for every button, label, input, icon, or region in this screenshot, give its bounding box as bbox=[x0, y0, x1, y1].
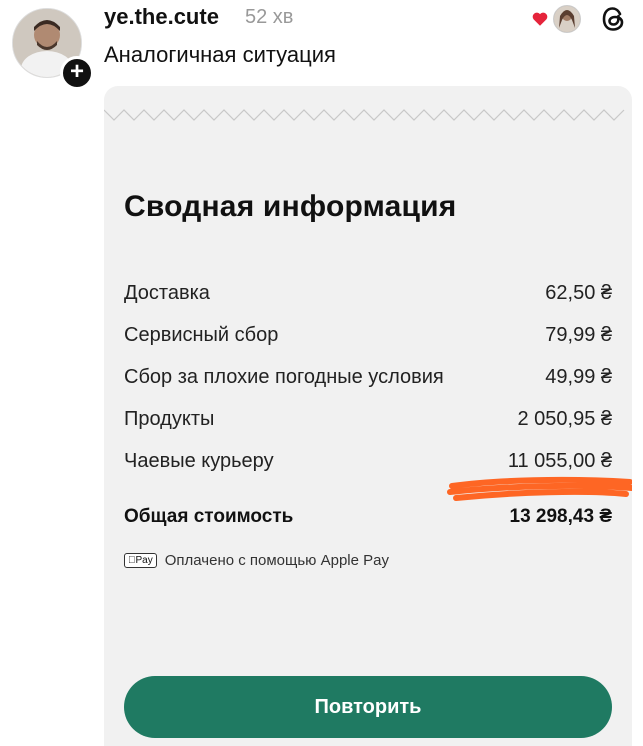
total-row: Общая стоимость 13 298,43 ₴ bbox=[124, 502, 612, 532]
row-label: Продукты bbox=[124, 407, 215, 430]
orange-scribble-mark bbox=[447, 476, 632, 501]
order-summary-card: Сводная информация Доставка 62,50 ₴ Серв… bbox=[104, 86, 632, 746]
fee-row-delivery: Доставка 62,50 ₴ bbox=[124, 278, 612, 308]
repeat-order-button[interactable]: Повторить bbox=[124, 676, 612, 738]
zigzag-edge bbox=[104, 109, 625, 121]
total-label: Общая стоимость bbox=[124, 506, 294, 527]
row-label: Чаевые курьеру bbox=[124, 449, 274, 472]
row-value: 49,99 ₴ bbox=[545, 365, 612, 388]
row-value: 11 055,00 ₴ bbox=[507, 449, 612, 472]
top-right-icons bbox=[531, 2, 629, 36]
follow-plus-icon[interactable]: + bbox=[60, 56, 94, 90]
row-label: Сбор за плохие погодные условия bbox=[124, 365, 444, 388]
row-value: 2 050,95 ₴ bbox=[517, 407, 612, 430]
username[interactable]: ye.the.cute bbox=[104, 4, 219, 30]
post-time: 52 хв bbox=[245, 6, 294, 28]
apple-pay-icon: Pay bbox=[124, 553, 157, 568]
summary-title: Сводная информация bbox=[124, 190, 457, 223]
row-label: Доставка bbox=[124, 281, 210, 304]
paid-text: Оплачено с помощью Apple Pay bbox=[157, 552, 389, 569]
fee-row-tip: Чаевые курьеру 11 055,00 ₴ bbox=[124, 446, 612, 476]
row-value: 62,50 ₴ bbox=[545, 281, 612, 304]
row-label: Сервисный сбор bbox=[124, 323, 279, 346]
row-value: 79,99 ₴ bbox=[545, 323, 612, 346]
liker-avatar[interactable] bbox=[553, 5, 581, 33]
avatar-container[interactable]: + bbox=[12, 8, 94, 90]
post-text: Аналогичная ситуация bbox=[104, 42, 336, 67]
total-value: 13 298,43 ₴ bbox=[509, 506, 612, 527]
fee-row-products: Продукты 2 050,95 ₴ bbox=[124, 404, 612, 434]
fee-row-weather: Сбор за плохие погодные условия 49,99 ₴ bbox=[124, 362, 612, 392]
threads-icon[interactable] bbox=[599, 4, 629, 34]
heart-icon[interactable] bbox=[531, 10, 549, 28]
fee-row-service: Сервисный сбор 79,99 ₴ bbox=[124, 320, 612, 350]
payment-method: Pay Оплачено с помощью Apple Pay bbox=[124, 552, 389, 569]
